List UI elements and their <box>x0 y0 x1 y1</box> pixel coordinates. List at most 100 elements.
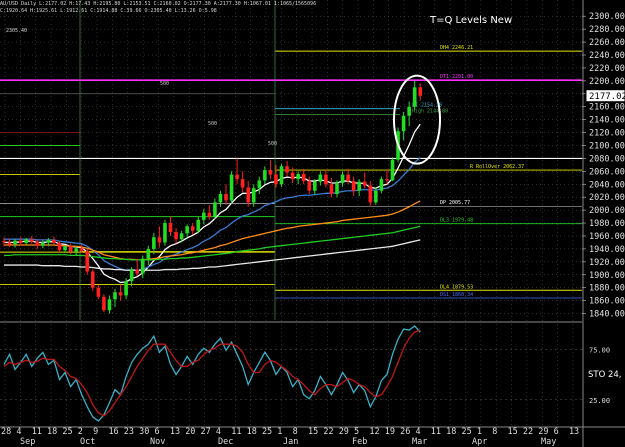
candle-up <box>146 248 151 259</box>
y-tick-label: 2060.00 <box>589 167 625 177</box>
candle-up <box>113 292 117 300</box>
x-tick-label: 29 <box>339 427 349 437</box>
candle-up <box>74 248 78 252</box>
candle-up <box>296 173 300 180</box>
candle-down <box>18 240 23 244</box>
candle-up <box>412 87 417 107</box>
candle-up <box>279 166 284 185</box>
chart-window: 2300.00 2280.00 2260.00 2240.00 2220.00 2200.… <box>0 0 625 447</box>
x-tick-label: 15 <box>308 427 318 437</box>
x-tick-label: 26 <box>400 427 410 437</box>
y-tick-label: 2240.00 <box>589 51 625 61</box>
candle-up <box>218 193 223 203</box>
y-tick-label: 2120.00 <box>589 129 625 139</box>
x-tick-label: 20 <box>185 427 195 437</box>
candle-down <box>96 287 101 297</box>
candle-down <box>324 174 328 185</box>
x-tick-label: 5 <box>354 427 359 437</box>
marker-label: 500 <box>268 141 277 147</box>
candle-up <box>152 237 156 249</box>
level-label: DH4 2246.21 <box>440 45 473 51</box>
level-label: R RollOver 2062.37 <box>470 164 524 170</box>
candle-down <box>362 181 367 186</box>
y-tick-label: 1940.00 <box>589 245 625 255</box>
candle-up <box>46 239 51 243</box>
x-tick-label: 13 <box>569 427 579 437</box>
candle-down <box>7 242 12 245</box>
candle-down <box>285 166 289 173</box>
candle-down <box>174 232 178 240</box>
x-tick-label: 16 <box>108 427 118 437</box>
candle-down <box>301 173 306 182</box>
candle-up <box>340 174 345 183</box>
y-tick-label: 1880.00 <box>589 284 625 294</box>
x-tick-label: 12 <box>369 427 379 437</box>
x-tick-label: 29 <box>538 427 548 437</box>
x-tick-label: 6 <box>155 427 160 437</box>
x-tick-label: 11 <box>231 427 241 437</box>
x-tick-label: 22 <box>323 427 333 437</box>
candle-up <box>379 179 384 191</box>
candle-up <box>335 182 339 194</box>
candle-up <box>140 258 145 274</box>
candle-down <box>346 174 350 182</box>
y-tick-label: 2080.00 <box>589 154 625 164</box>
candle-down <box>157 237 162 243</box>
x-tick-label: 28 <box>1 427 11 437</box>
candle-down <box>52 239 56 244</box>
x-tick-label: 30 <box>139 427 149 437</box>
x-tick-label: 18 <box>47 427 57 437</box>
level-label: DL4 1879.53 <box>440 284 473 290</box>
x-tick-label: 18 <box>247 427 257 437</box>
candle-up <box>179 233 184 240</box>
month-label: Mar <box>412 437 427 447</box>
y-tick-label: 2280.00 <box>589 25 625 35</box>
x-tick-label: 8 <box>492 427 497 437</box>
candle-down <box>307 181 312 191</box>
x-tick-label: 2 <box>78 427 83 437</box>
candle-down <box>35 241 40 246</box>
sto-label: STO 24, <box>588 370 622 380</box>
candle-down <box>91 271 95 288</box>
month-label: Dec <box>218 437 233 447</box>
x-tick-label: 13 <box>170 427 180 437</box>
header-line-1: AU/USD Daily L:2177.02 H:17.43 H:2195.80… <box>0 1 317 7</box>
level-label: DL3 1979.48 <box>440 218 473 224</box>
candle-down <box>351 181 356 191</box>
x-tick-label: 11 <box>32 427 42 437</box>
candle-down <box>274 174 278 185</box>
candle-down <box>418 87 423 96</box>
y-tick-label: 1960.00 <box>589 232 625 242</box>
x-tick-label: 23 <box>124 427 134 437</box>
month-label: Apr <box>472 437 487 447</box>
candle-down <box>57 243 62 251</box>
candle-up <box>251 188 256 203</box>
candle-down <box>2 241 6 243</box>
y-tick-label: 1900.00 <box>589 271 625 281</box>
header-line-3: 2305.40 <box>6 28 28 34</box>
y-tick-label: 2040.00 <box>589 180 625 190</box>
candle-up <box>229 174 234 201</box>
candle-down <box>135 269 139 274</box>
y-tick-label: 2200.00 <box>589 77 625 87</box>
candle-up <box>63 246 67 251</box>
candle-down <box>29 239 34 242</box>
level-label: High 2144.80 <box>412 108 448 114</box>
header-line-2: C:1920.64 H:1925.61 L:1912.61 C:1914.88 … <box>0 8 217 14</box>
level-label: DS1 1860.34 <box>440 292 473 298</box>
x-tick-label: 1 <box>477 427 482 437</box>
candle-down <box>168 223 173 233</box>
y-tick-label: 1920.00 <box>589 258 625 268</box>
month-label: May <box>541 437 556 447</box>
x-tick-label: 4 <box>16 427 21 437</box>
osc-tick-label: 75.00 <box>589 346 610 354</box>
candle-up <box>107 299 112 311</box>
x-tick-label: 25 <box>62 427 72 437</box>
candle-up <box>263 170 267 181</box>
y-tick-label: 2220.00 <box>589 64 625 74</box>
x-tick-label: 19 <box>385 427 395 437</box>
x-tick-label: 27 <box>201 427 211 437</box>
x-tick-label: 15 <box>508 427 518 437</box>
candle-up <box>124 281 128 296</box>
candle-up <box>318 174 323 182</box>
